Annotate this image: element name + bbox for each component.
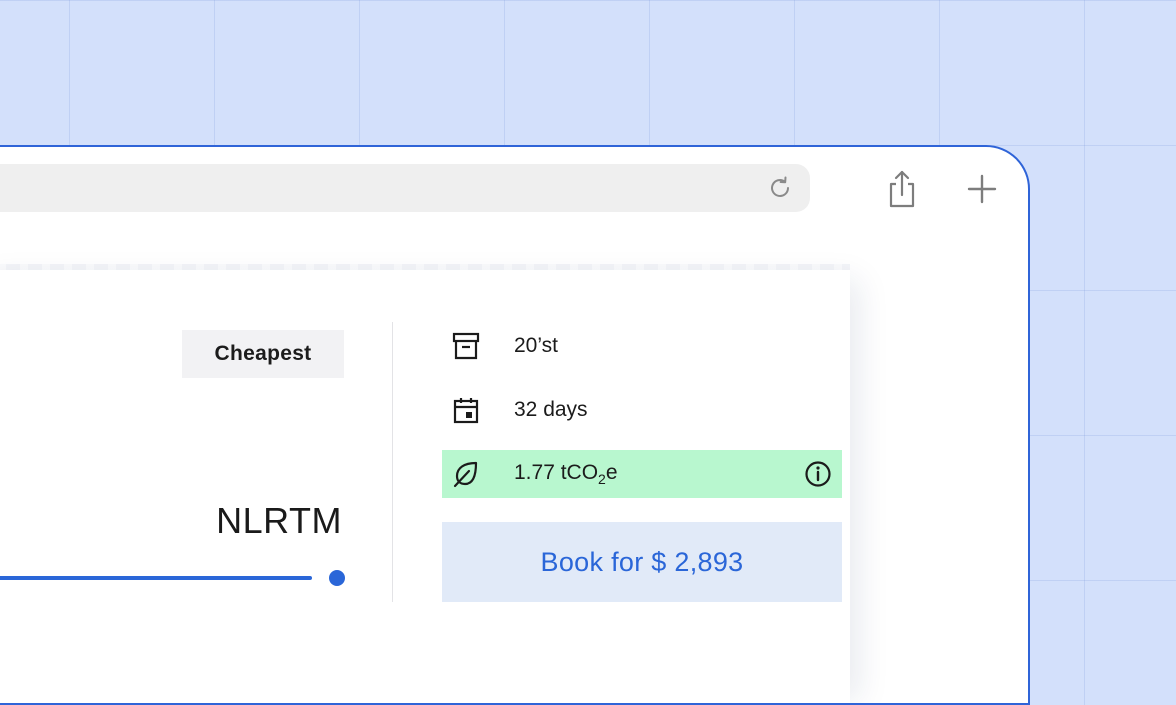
route-line	[0, 576, 312, 580]
leaf-icon	[453, 461, 478, 488]
emissions-value: 1.77 tCO2e	[514, 461, 618, 487]
emissions-row: 1.77 tCO2e	[442, 450, 842, 498]
destination-port: NLRTM	[216, 500, 342, 541]
divider	[392, 322, 393, 602]
transit-time-row: 32 days	[442, 386, 842, 434]
share-button[interactable]	[885, 169, 919, 209]
cheapest-badge: Cheapest	[182, 330, 344, 378]
reload-icon	[771, 176, 789, 197]
container-size-row: 20’st	[442, 322, 842, 370]
info-icon	[805, 461, 831, 487]
route-end-dot	[329, 570, 345, 586]
reload-button[interactable]	[766, 174, 794, 202]
browser-window: Cheapest NLRTM 20’st 32 days 1.77 tCO2e …	[0, 145, 1030, 705]
transit-time-label: 32 days	[514, 398, 588, 421]
new-tab-button[interactable]	[965, 172, 999, 206]
emissions-info-button[interactable]	[794, 450, 842, 498]
archive-box-icon	[452, 332, 480, 360]
calendar-icon	[453, 398, 479, 424]
address-bar[interactable]	[0, 164, 810, 212]
book-button[interactable]: Book for $ 2,893	[442, 522, 842, 602]
container-size-label: 20’st	[514, 334, 558, 357]
plus-icon	[967, 174, 997, 204]
share-icon	[889, 170, 915, 208]
